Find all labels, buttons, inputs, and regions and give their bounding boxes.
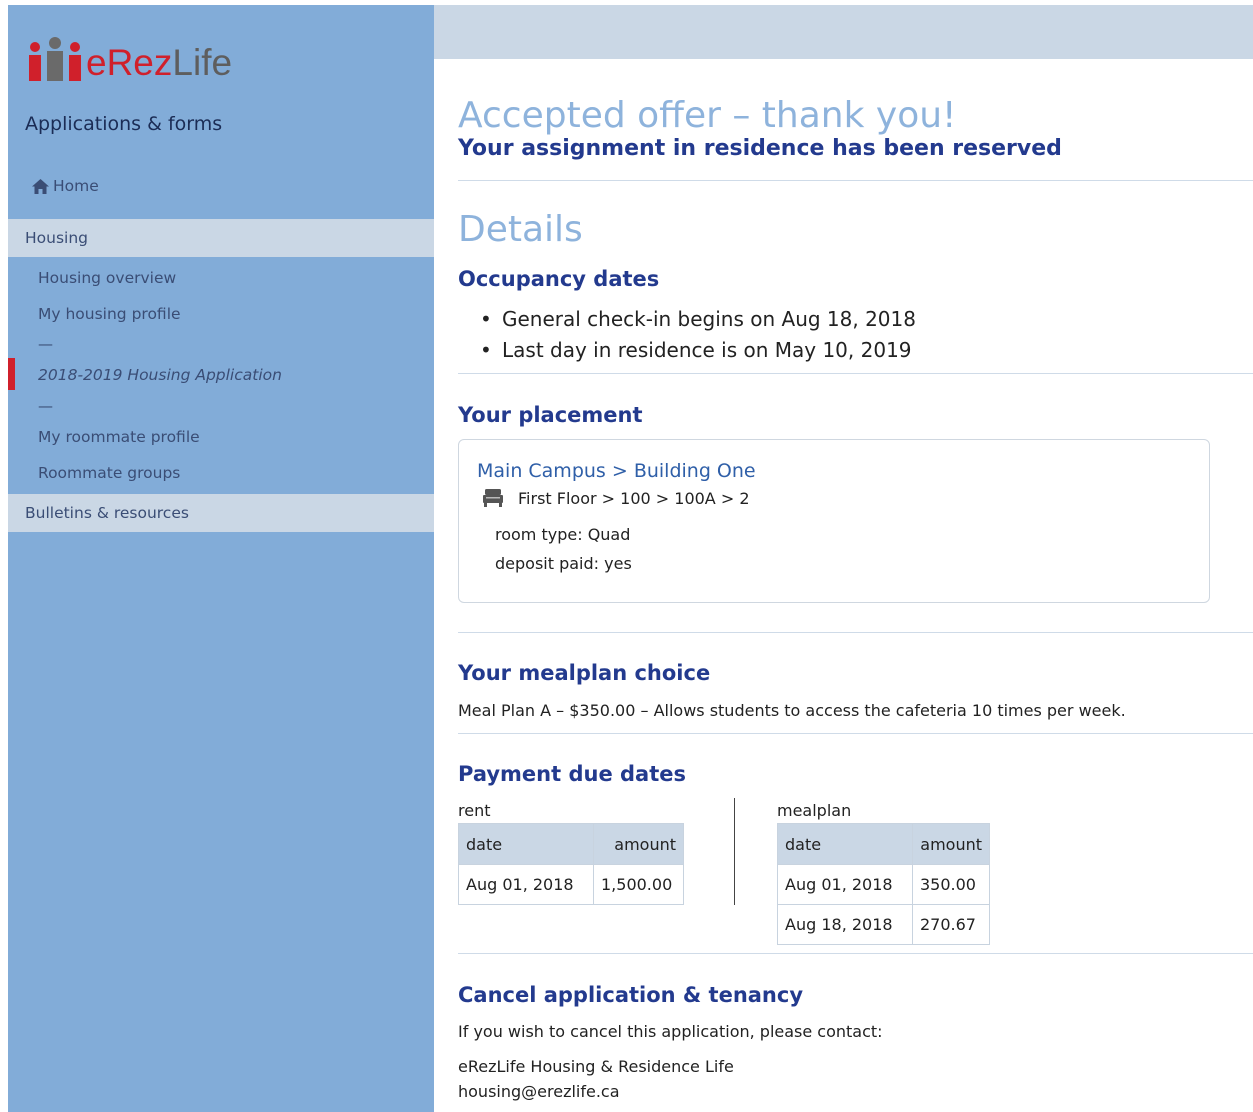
list-item: General check-in begins on Aug 18, 2018 [480, 304, 916, 335]
active-indicator [8, 358, 15, 390]
people-icon [29, 37, 81, 81]
divider [458, 632, 1253, 633]
mealplan-amount: 270.67 [912, 904, 990, 945]
placement-path: First Floor > 100 > 100A > 2 [482, 488, 750, 508]
contact-email[interactable]: housing@erezlife.ca [458, 1082, 620, 1101]
room-type: room type: Quad [495, 525, 631, 544]
cancel-text: If you wish to cancel this application, … [458, 1022, 883, 1041]
sidebar-separator: — [38, 397, 53, 415]
column-header-date: date [458, 823, 594, 865]
bed-icon [483, 489, 503, 507]
contact-org: eRezLife Housing & Residence Life [458, 1057, 734, 1076]
logo-text-life: Life [172, 42, 233, 83]
occupancy-list: General check-in begins on Aug 18, 2018 … [480, 304, 916, 366]
sidebar-item-housing-overview[interactable]: Housing overview [38, 269, 176, 287]
sidebar-item-roommate-groups[interactable]: Roommate groups [38, 464, 180, 482]
rent-amount: 1,500.00 [593, 864, 684, 905]
sidebar-section-bulletins[interactable]: Bulletins & resources [8, 494, 434, 532]
rent-table: date amount Aug 01, 2018 1,500.00 [458, 823, 684, 905]
mealplan-label: mealplan [777, 801, 852, 820]
app-title: Applications & forms [25, 113, 223, 135]
sidebar-section-housing[interactable]: Housing [8, 219, 434, 257]
table-row: Aug 01, 2018 350.00 [777, 864, 990, 905]
cancel-heading: Cancel application & tenancy [458, 983, 804, 1007]
mealplan-table: date amount Aug 01, 2018 350.00 Aug 18, … [777, 823, 990, 945]
page-subtitle: Your assignment in residence has been re… [458, 136, 1062, 161]
divider [458, 373, 1253, 374]
mealplan-date: Aug 18, 2018 [777, 904, 913, 945]
table-row: Aug 18, 2018 270.67 [777, 904, 990, 945]
rent-label: rent [458, 801, 491, 820]
column-header-amount: amount [912, 823, 990, 865]
mealplan-heading: Your mealplan choice [458, 661, 711, 685]
sidebar: eRezLife Applications & forms Home Housi… [8, 5, 434, 1112]
list-item: Last day in residence is on May 10, 2019 [480, 335, 916, 366]
top-bar [434, 5, 1253, 59]
mealplan-text: Meal Plan A – $350.00 – Allows students … [458, 701, 1126, 720]
payment-heading: Payment due dates [458, 762, 686, 786]
erezlife-logo[interactable]: eRezLife [26, 33, 232, 83]
page-title: Accepted offer – thank you! [458, 95, 957, 136]
logo-text-erez: eRez [86, 42, 173, 83]
divider [458, 180, 1253, 181]
home-icon [32, 178, 49, 194]
sidebar-item-my-roommate-profile[interactable]: My roommate profile [38, 428, 200, 446]
divider [458, 953, 1253, 954]
rent-date: Aug 01, 2018 [458, 864, 594, 905]
vertical-divider [734, 798, 735, 905]
deposit-status: deposit paid: yes [495, 554, 632, 573]
mealplan-amount: 350.00 [912, 864, 990, 905]
occupancy-heading: Occupancy dates [458, 267, 660, 291]
mealplan-date: Aug 01, 2018 [777, 864, 913, 905]
column-header-date: date [777, 823, 913, 865]
placement-heading: Your placement [458, 403, 643, 427]
home-link[interactable]: Home [32, 177, 99, 195]
placement-path-text: First Floor > 100 > 100A > 2 [518, 488, 750, 508]
sidebar-item-housing-application[interactable]: 2018-2019 Housing Application [38, 366, 282, 384]
details-title: Details [458, 209, 583, 250]
column-header-amount: amount [593, 823, 684, 865]
placement-location-link[interactable]: Main Campus > Building One [477, 460, 756, 482]
divider [458, 733, 1253, 734]
table-row: Aug 01, 2018 1,500.00 [458, 864, 684, 905]
home-label: Home [53, 177, 99, 195]
sidebar-item-my-housing-profile[interactable]: My housing profile [38, 305, 181, 323]
sidebar-separator: — [38, 335, 53, 353]
